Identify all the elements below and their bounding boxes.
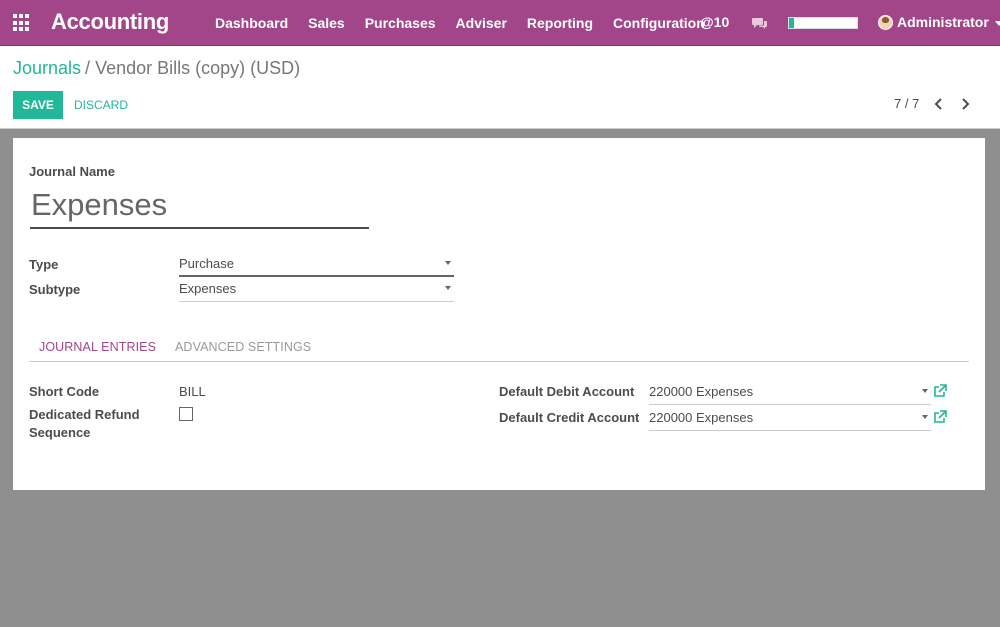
chat-bubbles-icon[interactable] (752, 16, 768, 30)
discard-button[interactable]: DISCARD (68, 91, 134, 119)
refund-sequence-label-line1: Dedicated Refund (29, 407, 140, 422)
tab-journal-entries[interactable]: JOURNAL ENTRIES (39, 340, 156, 354)
pager-counter: 7 / 7 (894, 96, 920, 111)
chevron-left-icon[interactable] (932, 97, 946, 111)
type-label: Type (29, 257, 59, 272)
user-name: Administrator (897, 14, 989, 30)
refund-sequence-label-line2: Sequence (29, 425, 91, 440)
default-credit-account-select[interactable]: 220000 Expenses (649, 409, 931, 431)
activity-progress-bar[interactable] (788, 17, 858, 29)
progress-fill (789, 18, 794, 28)
default-debit-account-select[interactable]: 220000 Expenses (649, 383, 931, 405)
avatar (878, 14, 893, 30)
short-code-label: Short Code (29, 384, 100, 399)
journal-name-label: Journal Name (29, 164, 115, 179)
caret-down-icon (922, 389, 928, 393)
journal-name-input[interactable]: Expenses (30, 186, 369, 229)
breadcrumb-journals-link[interactable]: Journals (13, 58, 81, 78)
top-navbar: Accounting Dashboard Sales Purchases Adv… (0, 0, 1000, 46)
default-credit-account-value: 220000 Expenses (649, 410, 754, 425)
caret-down-icon (445, 261, 451, 265)
caret-down-icon (445, 286, 451, 290)
default-credit-account-label: Default Credit Account (499, 410, 640, 425)
user-menu[interactable]: Administrator (878, 14, 1000, 30)
subtype-select[interactable]: Expenses (179, 280, 454, 302)
type-select[interactable]: Purchase (179, 255, 454, 277)
caret-down-icon (922, 415, 928, 419)
breadcrumb-current: Vendor Bills (copy) (USD) (95, 58, 301, 78)
external-link-icon[interactable] (933, 384, 947, 398)
subtype-label: Subtype (29, 282, 81, 297)
control-panel: Journals / Vendor Bills (copy) (USD) SAVE … (0, 46, 1000, 129)
apps-grid-icon[interactable] (13, 14, 31, 32)
default-debit-account-label: Default Debit Account (499, 384, 635, 399)
external-link-icon[interactable] (933, 410, 947, 424)
subtype-value: Expenses (179, 281, 237, 296)
breadcrumb: Journals / Vendor Bills (copy) (USD) (13, 58, 300, 79)
form-sheet: Journal Name Expenses Type Purchase Subt… (13, 138, 985, 490)
type-value: Purchase (179, 256, 234, 271)
mentions-counter[interactable]: @10 (700, 14, 729, 30)
save-button[interactable]: SAVE (13, 91, 63, 119)
tab-advanced-settings[interactable]: ADVANCED SETTINGS (175, 340, 311, 354)
menu-item-purchases[interactable]: Purchases (355, 0, 446, 46)
chevron-down-icon (994, 20, 1000, 26)
short-code-value[interactable]: BILL (179, 384, 206, 399)
menu-item-dashboard[interactable]: Dashboard (205, 0, 298, 46)
default-debit-account-value: 220000 Expenses (649, 384, 754, 399)
app-brand[interactable]: Accounting (51, 9, 169, 35)
menu-item-configuration[interactable]: Configuration (603, 0, 715, 46)
refund-sequence-checkbox[interactable] (179, 407, 193, 421)
menu-item-adviser[interactable]: Adviser (446, 0, 517, 46)
menu-item-sales[interactable]: Sales (298, 0, 355, 46)
chevron-right-icon[interactable] (958, 97, 972, 111)
breadcrumb-separator: / (85, 58, 91, 78)
main-menu: Dashboard Sales Purchases Adviser Report… (205, 0, 715, 46)
menu-item-reporting[interactable]: Reporting (517, 0, 603, 46)
notebook-tabs: JOURNAL ENTRIES ADVANCED SETTINGS (29, 331, 969, 362)
